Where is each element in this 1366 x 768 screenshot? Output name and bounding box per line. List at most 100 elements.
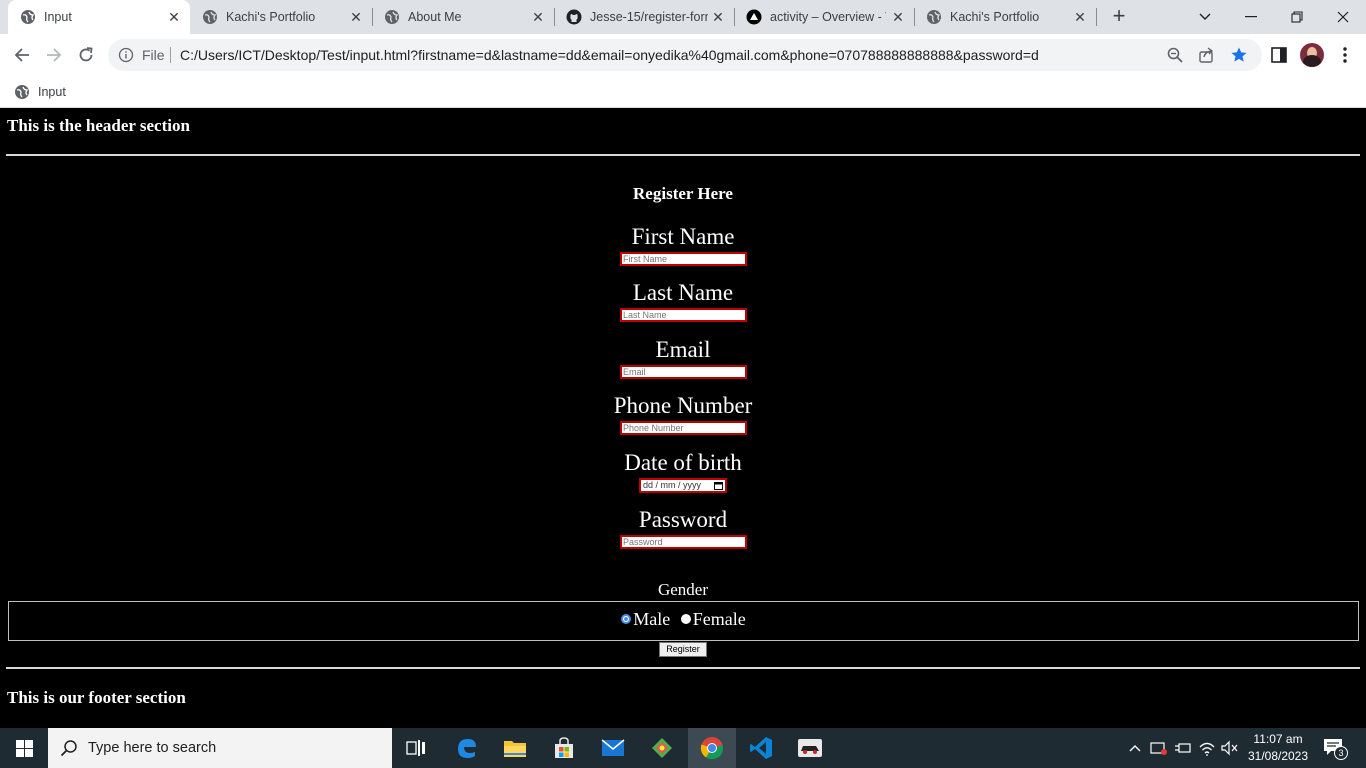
arrow-left-icon: [14, 48, 29, 62]
notification-count-badge: 3: [1334, 746, 1348, 760]
edge-icon: [458, 739, 476, 758]
profile-avatar[interactable]: [1300, 43, 1324, 67]
volume-muted-icon: [1221, 740, 1238, 756]
tab-title: Kachi's Portfolio: [226, 10, 316, 24]
power-tray[interactable]: [1173, 738, 1193, 758]
notification-count: 3: [1338, 748, 1344, 758]
gender-label: Gender: [657, 580, 709, 599]
password-input[interactable]: Password: [620, 535, 747, 549]
bookmark-input[interactable]: Input: [14, 82, 66, 102]
network-tray[interactable]: [1197, 738, 1217, 758]
gender-options: Male Female: [9, 609, 1358, 630]
reload-icon: [79, 47, 93, 62]
car-game-icon: [798, 739, 822, 757]
file-explorer-app[interactable]: [491, 728, 539, 768]
store-icon: [555, 737, 573, 758]
edge-app[interactable]: [443, 728, 491, 768]
header-text: This is the header section: [7, 116, 190, 135]
tab-kachis-portfolio-2[interactable]: Kachi's Portfolio ✕: [914, 0, 1096, 34]
dob-label: Date of birth: [624, 450, 742, 475]
more-menu-icon[interactable]: [1334, 44, 1356, 66]
minimize-icon: [1245, 16, 1257, 18]
bookmark-star-icon[interactable]: [1230, 46, 1248, 64]
dob-input[interactable]: dd / mm / yyyy: [639, 478, 727, 493]
tab-title: Input: [44, 10, 72, 24]
task-view-icon: [406, 740, 425, 756]
tab-separator: [1096, 8, 1097, 26]
tab-search-button[interactable]: [1182, 0, 1228, 34]
close-icon[interactable]: ✕: [710, 9, 726, 25]
zoom-icon[interactable]: [1166, 46, 1184, 64]
female-radio[interactable]: [680, 614, 691, 624]
show-hidden-icons[interactable]: [1125, 738, 1145, 758]
gender-fieldset: Male Female: [8, 601, 1359, 641]
reload-button[interactable]: [72, 41, 100, 69]
start-button[interactable]: [0, 728, 48, 768]
first-name-label: First Name: [631, 224, 735, 249]
phone-input[interactable]: Phone Number: [620, 421, 747, 435]
windows-taskbar: Type here to search 11:07 am 31/08/2023 …: [0, 728, 1366, 768]
first-name-input[interactable]: First Name: [620, 252, 747, 266]
globe-icon: [203, 10, 217, 24]
url-text[interactable]: C:/Users/ICT/Desktop/Test/input.html?fir…: [180, 47, 1039, 63]
store-app[interactable]: [540, 728, 588, 768]
new-tab-button[interactable]: +: [1106, 5, 1132, 29]
close-icon[interactable]: ✕: [166, 9, 182, 25]
globe-icon: [15, 85, 29, 99]
tab-kachis-portfolio[interactable]: Kachi's Portfolio ✕: [190, 0, 372, 34]
restore-button[interactable]: [1274, 0, 1320, 34]
password-label: Password: [638, 507, 728, 532]
task-view-button[interactable]: [392, 728, 440, 768]
side-panel-icon[interactable]: [1268, 44, 1290, 66]
close-icon[interactable]: ✕: [348, 9, 364, 25]
mail-app[interactable]: [589, 728, 637, 768]
close-icon[interactable]: ✕: [530, 9, 546, 25]
chrome-app[interactable]: [688, 728, 736, 768]
register-button[interactable]: Register: [659, 642, 707, 657]
vscode-app[interactable]: [737, 728, 785, 768]
share-icon[interactable]: [1198, 46, 1216, 64]
clock-date: 31/08/2023: [1247, 749, 1309, 763]
address-bar[interactable]: File C:/Users/ICT/Desktop/Test/input.htm…: [108, 39, 1262, 71]
vercel-icon: [746, 9, 762, 25]
taskbar-search[interactable]: Type here to search: [48, 728, 392, 768]
arrow-right-icon: [47, 48, 62, 62]
forward-button[interactable]: [40, 41, 68, 69]
globe-icon: [927, 10, 941, 24]
page-content: This is the header section Register Here…: [0, 109, 1366, 728]
footer-text: This is our footer section: [7, 688, 186, 707]
search-icon: [60, 740, 77, 757]
close-icon[interactable]: ✕: [1072, 9, 1088, 25]
tab-about-me[interactable]: About Me ✕: [372, 0, 554, 34]
vscode-icon: [750, 737, 772, 759]
tab-input[interactable]: Input ✕: [8, 0, 190, 34]
taskbar-clock[interactable]: 11:07 am 31/08/2023: [1240, 731, 1316, 765]
info-icon[interactable]: [118, 47, 134, 63]
avatar-hair: [1303, 55, 1321, 67]
clock-time: 11:07 am: [1253, 732, 1303, 746]
last-name-input[interactable]: Last Name: [620, 308, 747, 322]
car-app[interactable]: [786, 728, 834, 768]
email-input[interactable]: Email: [620, 365, 747, 379]
male-label[interactable]: Male: [633, 609, 670, 629]
male-radio[interactable]: [621, 614, 632, 624]
globe-icon: [385, 10, 399, 24]
tab-github-register-form[interactable]: Jesse-15/register-form ✕: [554, 0, 734, 34]
close-window-button[interactable]: [1320, 0, 1366, 34]
minimize-button[interactable]: [1228, 0, 1274, 34]
close-icon: [1337, 11, 1349, 23]
volume-tray[interactable]: [1220, 738, 1240, 758]
meet-now-tray[interactable]: [1149, 738, 1169, 758]
bookmark-label: Input: [38, 85, 66, 99]
email-label: Email: [655, 337, 711, 362]
female-label[interactable]: Female: [693, 609, 746, 629]
notification-center-button[interactable]: 3: [1320, 736, 1352, 762]
restore-icon: [1291, 11, 1303, 23]
back-button[interactable]: [8, 41, 36, 69]
wifi-icon: [1199, 742, 1215, 756]
tab-vercel-activity[interactable]: activity – Overview - V ✕: [734, 0, 914, 34]
windows-logo-icon: [15, 739, 33, 757]
close-icon[interactable]: ✕: [890, 9, 906, 25]
git-app[interactable]: [638, 728, 686, 768]
calendar-icon[interactable]: [714, 481, 723, 490]
